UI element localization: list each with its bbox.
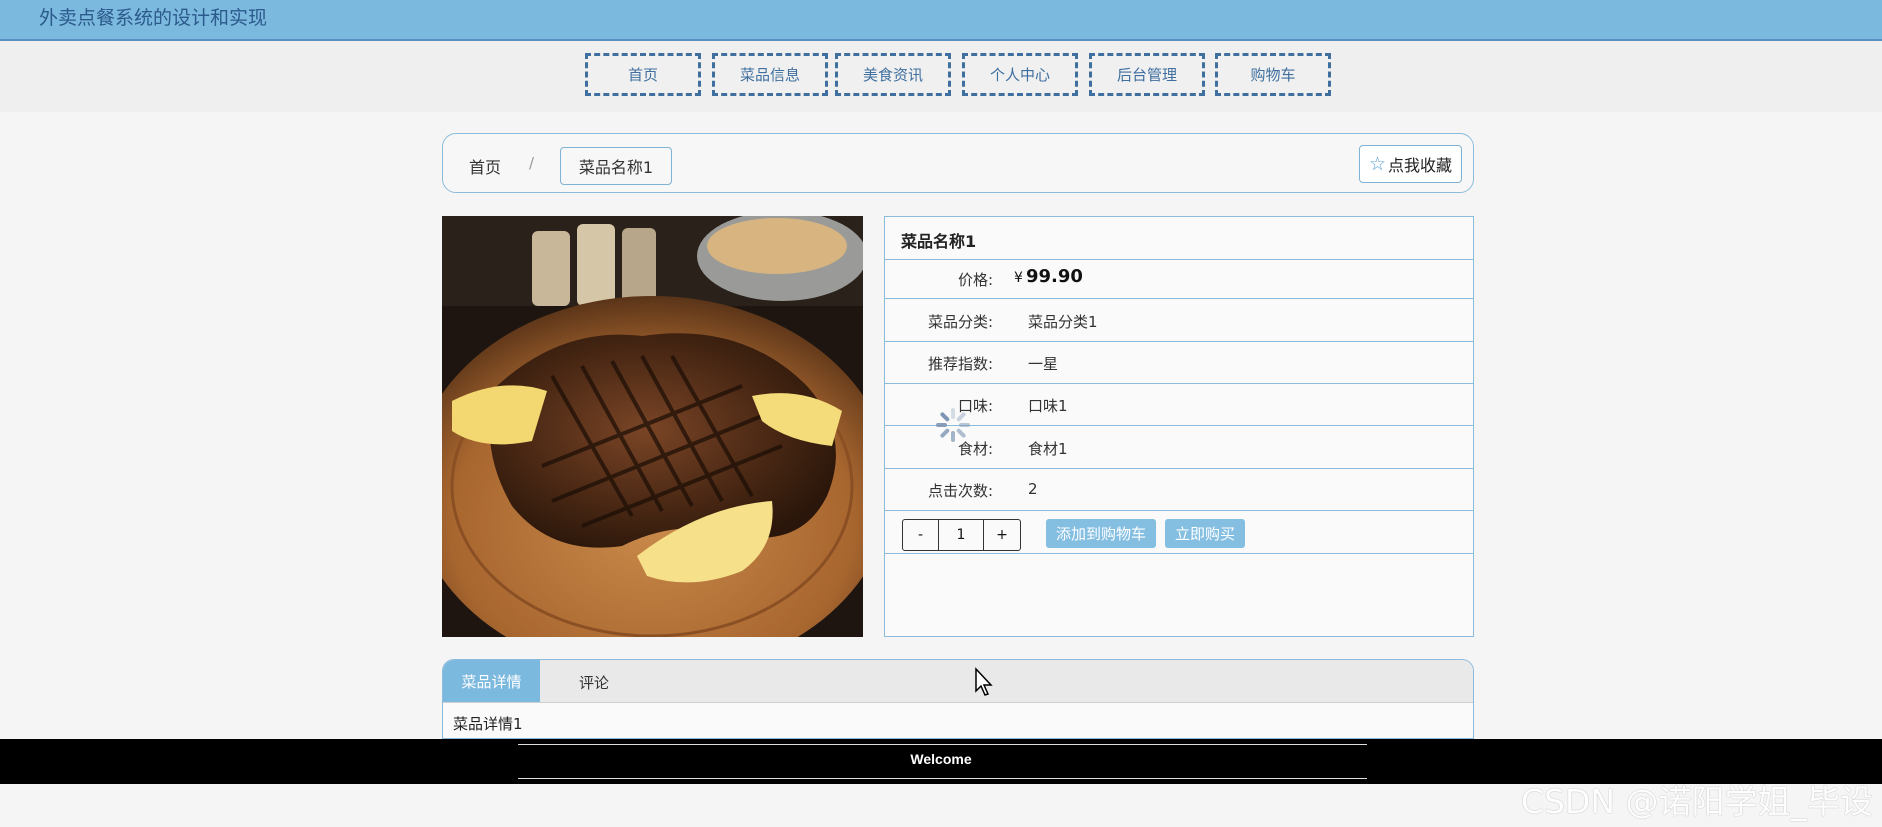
tab-comments[interactable]: 评论 <box>579 672 609 693</box>
price-currency: ¥ <box>1014 270 1023 286</box>
field-value: 2 <box>1028 480 1038 498</box>
field-label: 点击次数: <box>927 482 993 500</box>
footer-divider <box>518 778 1367 779</box>
nav-food-news[interactable]: 美食资讯 <box>835 53 951 96</box>
field-value: 口味1 <box>1028 397 1068 415</box>
nav-admin[interactable]: 后台管理 <box>1089 53 1205 96</box>
breadcrumb-home[interactable]: 首页 <box>469 154 501 178</box>
field-value: 菜品分类1 <box>1028 313 1098 331</box>
field-value: 一星 <box>1028 355 1059 373</box>
buy-now-button[interactable]: 立即购买 <box>1165 519 1245 548</box>
app-title: 外卖点餐系统的设计和实现 <box>39 7 268 29</box>
field-value: 食材1 <box>1028 440 1068 458</box>
details-content: 菜品详情1 <box>453 715 523 733</box>
tab-bar: 菜品详情 评论 <box>443 660 1473 703</box>
loading-spinner-icon <box>936 408 970 442</box>
action-row: - 1 + 添加到购物车 立即购买 <box>885 511 1473 554</box>
mouse-cursor-icon <box>975 667 993 696</box>
increase-button[interactable]: + <box>984 520 1020 550</box>
favorite-button[interactable]: ☆ 点我收藏 <box>1359 145 1462 183</box>
nav-dishes[interactable]: 菜品信息 <box>712 53 828 96</box>
field-row: 食材: 食材1 <box>885 426 1473 469</box>
star-icon: ☆ <box>1368 153 1387 175</box>
price-label: 价格: <box>957 271 993 289</box>
product-image <box>442 216 863 637</box>
breadcrumb-separator: / <box>529 154 535 172</box>
product-info-panel: 菜品名称1 价格: ¥ 99.90 菜品分类: 菜品分类1 推荐指数: 一星 口… <box>884 216 1474 637</box>
quantity-input[interactable]: 1 <box>939 520 984 550</box>
nav-home[interactable]: 首页 <box>585 53 701 96</box>
detail-tabs: 菜品详情 评论 菜品详情1 <box>442 659 1474 739</box>
tab-details[interactable]: 菜品详情 <box>443 660 540 702</box>
price-row: 价格: ¥ 99.90 <box>885 260 1473 299</box>
field-row: 菜品分类: 菜品分类1 <box>885 299 1473 342</box>
breadcrumb: 首页 / 菜品名称1 <box>442 133 1474 193</box>
nav-personal-center[interactable]: 个人中心 <box>962 53 1078 96</box>
product-name: 菜品名称1 <box>901 232 977 251</box>
top-header: 外卖点餐系统的设计和实现 <box>0 0 1882 41</box>
favorite-label: 点我收藏 <box>1388 156 1453 175</box>
quantity-stepper: - 1 + <box>902 519 1021 551</box>
footer-divider <box>518 744 1367 745</box>
product-name-row: 菜品名称1 <box>885 217 1473 260</box>
nav-cart[interactable]: 购物车 <box>1215 53 1331 96</box>
watermark: CSDN @诺阳学姐_毕设 <box>1520 782 1873 821</box>
breadcrumb-current: 菜品名称1 <box>560 147 672 185</box>
field-label: 菜品分类: <box>927 313 993 331</box>
price-value: 99.90 <box>1026 266 1083 287</box>
field-label: 推荐指数: <box>927 355 993 373</box>
add-to-cart-button[interactable]: 添加到购物车 <box>1046 519 1156 548</box>
footer-welcome: Welcome <box>910 751 972 767</box>
field-row: 推荐指数: 一星 <box>885 342 1473 384</box>
field-row: 点击次数: 2 <box>885 469 1473 511</box>
field-row: 口味: 口味1 <box>885 384 1473 426</box>
decrease-button[interactable]: - <box>903 520 939 550</box>
